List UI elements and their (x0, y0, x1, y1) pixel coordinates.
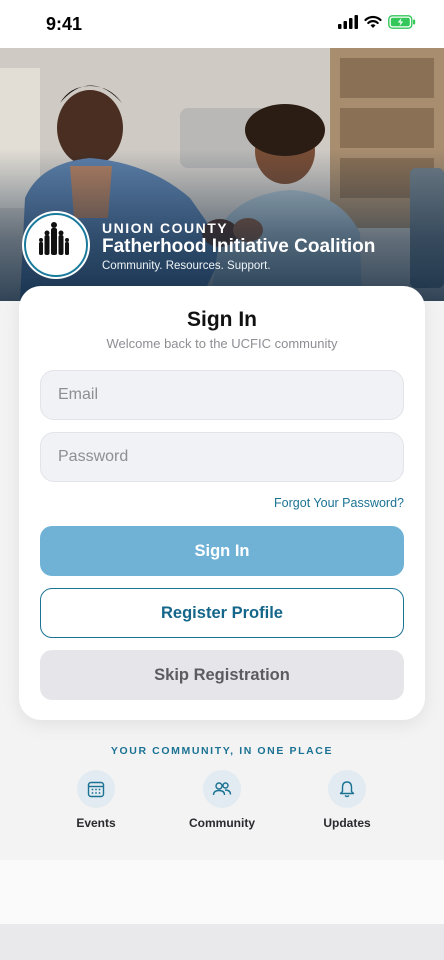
register-profile-button[interactable]: Register Profile (40, 588, 404, 638)
feature-label: Events (76, 816, 116, 830)
skip-registration-button[interactable]: Skip Registration (40, 650, 404, 700)
brand-county: UNION COUNTY (102, 220, 229, 236)
brand-name: Fatherhood Initiative Coalition (102, 236, 376, 257)
people-icon (212, 782, 232, 796)
page-title: Sign In (187, 308, 257, 331)
welcome-subtitle: Welcome back to the UCFIC community (106, 336, 338, 351)
brand-tagline: Community. Resources. Support. (102, 260, 271, 272)
logo-emblem: UCFIC (24, 213, 88, 277)
password-field[interactable] (40, 432, 404, 482)
feature-updates[interactable]: Updates (297, 770, 397, 830)
bottom-area (0, 860, 444, 924)
feature-label: Updates (323, 816, 371, 830)
feature-label: Community (189, 816, 255, 830)
bell-icon (339, 781, 355, 798)
events-icon-circle (77, 770, 115, 808)
email-field[interactable] (40, 370, 404, 420)
feature-events[interactable]: Events (46, 770, 146, 830)
wifi-icon (364, 15, 382, 28)
signin-card: Sign In Welcome back to the UCFIC commun… (19, 286, 425, 720)
bottom-strip (0, 924, 444, 960)
signal-icon (338, 15, 358, 29)
hero-image: UCFIC UNION COUNTY Fatherhood Initiative… (0, 48, 444, 301)
calendar-icon (87, 781, 105, 798)
ucfic-logo: UCFIC (22, 211, 90, 279)
feature-community[interactable]: Community (172, 770, 272, 830)
status-icons (338, 15, 416, 29)
sign-in-button[interactable]: Sign In (40, 526, 404, 576)
community-tagline: YOUR COMMUNITY, IN ONE PLACE (110, 745, 334, 757)
updates-icon-circle (328, 770, 366, 808)
status-time: 9:41 (46, 14, 83, 34)
status-bar: 9:41 (0, 0, 444, 48)
community-icon-circle (203, 770, 241, 808)
forgot-password-link[interactable]: Forgot Your Password? (274, 496, 404, 510)
logo-text: UCFIC (38, 257, 70, 268)
battery-icon (388, 15, 416, 29)
